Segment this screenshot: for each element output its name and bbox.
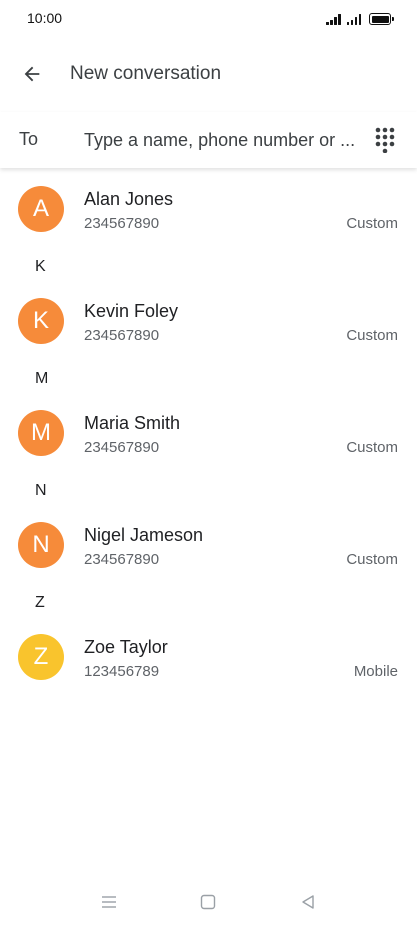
contact-item-kevin-foley[interactable]: K Kevin Foley 234567890 Custom [0, 292, 417, 352]
menu-button[interactable] [97, 890, 121, 914]
dialpad-button[interactable] [371, 125, 399, 155]
avatar-initial: K [32, 307, 49, 334]
avatar-initial: M [31, 419, 51, 446]
menu-icon [102, 896, 116, 908]
avatar-initial: Z [33, 643, 49, 670]
home-icon [200, 894, 216, 910]
section-letter: K [35, 258, 46, 275]
contact-item-maria-smith[interactable]: M Maria Smith 234567890 Custom [0, 404, 417, 464]
recipient-input[interactable] [84, 126, 358, 154]
contact-name: Nigel Jameson [84, 525, 204, 545]
status-icons [326, 11, 394, 25]
contact-type: Custom [346, 439, 398, 456]
system-nav-bar [0, 880, 417, 924]
contact-name: Alan Jones [84, 189, 174, 209]
avatar: Z [18, 634, 64, 680]
section-header-z: Z [0, 576, 417, 628]
dialpad-icon [375, 127, 395, 153]
avatar: K [18, 298, 64, 344]
section-header-m: M [0, 352, 417, 404]
avatar-initial: A [32, 195, 49, 222]
contact-name: Maria Smith [84, 413, 181, 433]
contact-number: 234567890 [84, 327, 160, 344]
contact-item-nigel-jameson[interactable]: N Nigel Jameson 234567890 Custom [0, 516, 417, 576]
avatar-initial: N [32, 531, 50, 558]
section-letter: Z [35, 594, 45, 611]
contact-number: 234567890 [84, 551, 160, 568]
status-bar: 10:00 [0, 0, 417, 36]
contact-name: Kevin Foley [84, 301, 179, 321]
battery-icon [369, 13, 394, 25]
contact-type: Custom [346, 327, 398, 344]
section-header-n: N [0, 464, 417, 516]
contact-number: 234567890 [84, 215, 160, 232]
page-title: New conversation [70, 63, 222, 84]
home-button[interactable] [196, 890, 220, 914]
section-header-k: K [0, 240, 417, 292]
contact-type: Mobile [353, 663, 398, 680]
recipient-row: To [0, 112, 417, 168]
contact-number: 123456789 [84, 663, 160, 680]
app-bar: New conversation [0, 46, 417, 102]
signal-icon [326, 13, 341, 25]
avatar: M [18, 410, 64, 456]
section-letter: N [35, 482, 47, 499]
signal-icon [346, 13, 361, 25]
contact-name: Zoe Taylor [84, 637, 168, 657]
status-time: 10:00 [27, 10, 63, 26]
arrow-back-icon [24, 66, 40, 82]
contact-type: Custom [346, 551, 398, 568]
back-button[interactable] [14, 58, 50, 90]
contact-item-alan-jones[interactable]: A Alan Jones 234567890 Custom [0, 180, 417, 240]
section-letter: M [35, 370, 49, 387]
nav-back-button[interactable] [296, 890, 320, 914]
contact-item-zoe-taylor[interactable]: Z Zoe Taylor 123456789 Mobile [0, 628, 417, 688]
contact-list: A Alan Jones 234567890 Custom K K Kevin … [0, 180, 417, 688]
avatar: N [18, 522, 64, 568]
back-triangle-icon [302, 895, 314, 909]
to-label: To [19, 129, 39, 149]
contact-type: Custom [346, 215, 398, 232]
avatar: A [18, 186, 64, 232]
contact-number: 234567890 [84, 439, 160, 456]
